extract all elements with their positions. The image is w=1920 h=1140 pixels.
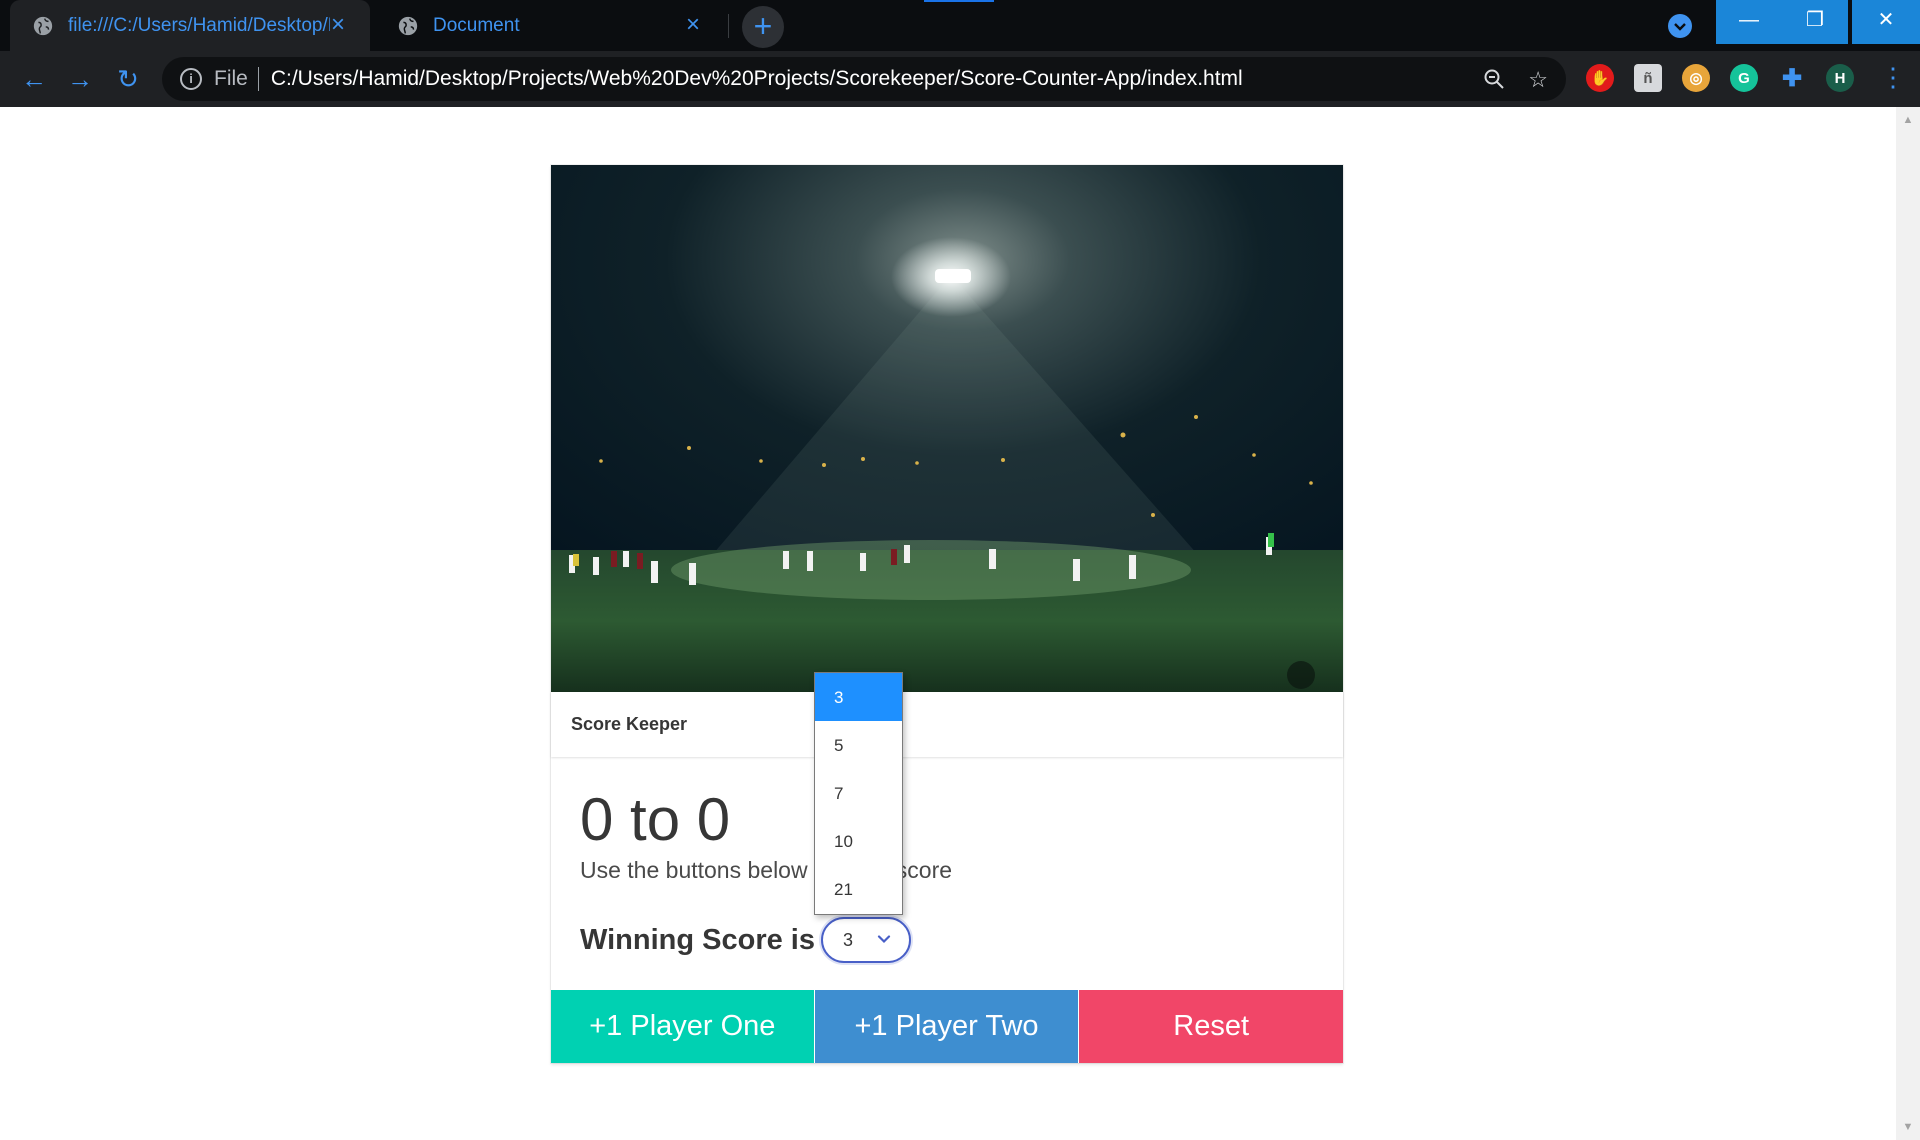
winning-score-label: Winning Score is xyxy=(580,923,815,956)
forward-arrow-icon[interactable]: → xyxy=(66,65,94,93)
tab-document[interactable]: Document × xyxy=(375,0,725,51)
tab-title: file:///C:/Users/Hamid/Desktop/P xyxy=(68,14,330,36)
card-header: Score Keeper xyxy=(551,692,1343,757)
option-5[interactable]: 5 xyxy=(815,721,902,769)
winning-score-options: 3 5 7 10 21 xyxy=(814,672,903,915)
tab-strip: file:///C:/Users/Hamid/Desktop/P × Docum… xyxy=(0,0,1920,51)
puzzle-extension-icon[interactable]: ✚ xyxy=(1778,64,1806,92)
option-7[interactable]: 7 xyxy=(815,769,902,817)
grammarly-extension-icon[interactable]: G xyxy=(1730,64,1758,92)
url-text[interactable]: C:/Users/Hamid/Desktop/Projects/Web%20De… xyxy=(271,67,1243,91)
drag-indicator xyxy=(924,0,994,2)
bookmark-star-icon[interactable]: ☆ xyxy=(1528,67,1548,97)
restore-button[interactable]: ❐ xyxy=(1782,0,1848,44)
back-arrow-icon[interactable]: ← xyxy=(20,65,48,93)
new-tab-button[interactable]: + xyxy=(742,6,784,48)
tab-active[interactable]: file:///C:/Users/Hamid/Desktop/P × xyxy=(10,0,370,51)
tab-search-icon[interactable] xyxy=(1668,14,1692,38)
scroll-down-icon[interactable]: ▼ xyxy=(1896,1118,1920,1136)
scrollbar[interactable]: ▲ ▼ xyxy=(1896,107,1920,1140)
address-bar[interactable]: i File C:/Users/Hamid/Desktop/Projects/W… xyxy=(162,57,1566,101)
option-3[interactable]: 3 xyxy=(815,673,902,721)
chevron-down-icon xyxy=(877,935,891,944)
player-one-button[interactable]: +1 Player One xyxy=(551,990,814,1063)
winning-score-select[interactable]: 3 xyxy=(821,917,911,963)
score-keeper-card: Score Keeper 0 to 0 Use the buttons belo… xyxy=(551,165,1344,1063)
tab-title: Document xyxy=(433,14,520,36)
menu-kebab-icon[interactable]: ⋮ xyxy=(1880,63,1906,91)
navigation-bar: ← → ↻ i File C:/Users/Hamid/Desktop/Proj… xyxy=(0,51,1920,107)
address-divider xyxy=(257,67,259,91)
tab-divider xyxy=(728,14,729,38)
winning-score-value: 3 xyxy=(843,930,854,950)
winning-score-row: Winning Score is 3 xyxy=(580,917,911,963)
close-tab-icon[interactable]: × xyxy=(681,13,705,37)
card-header-title: Score Keeper xyxy=(571,714,688,734)
adblock-extension-icon[interactable]: ✋ xyxy=(1586,64,1614,92)
scroll-up-icon[interactable]: ▲ xyxy=(1896,111,1920,129)
minimize-button[interactable]: — xyxy=(1716,0,1782,44)
reset-button[interactable]: Reset xyxy=(1079,990,1344,1063)
globe-icon xyxy=(398,16,418,35)
globe-icon xyxy=(33,16,53,35)
score-display: 0 to 0 xyxy=(580,786,731,853)
player-two-button[interactable]: +1 Player Two xyxy=(814,990,1079,1063)
option-10[interactable]: 10 xyxy=(815,817,902,865)
card-footer: +1 Player One +1 Player Two Reset xyxy=(551,990,1344,1063)
close-window-button[interactable]: ✕ xyxy=(1852,0,1920,44)
file-label: File xyxy=(214,67,248,90)
reload-icon[interactable]: ↻ xyxy=(114,65,142,93)
close-tab-icon[interactable]: × xyxy=(326,13,350,37)
translate-extension-icon[interactable]: ñ xyxy=(1634,64,1662,92)
stadium-image xyxy=(551,165,1343,692)
zoom-icon[interactable] xyxy=(1482,67,1506,97)
glasses-extension-icon[interactable]: ◎ xyxy=(1682,64,1710,92)
profile-avatar[interactable]: H xyxy=(1826,64,1854,92)
info-icon[interactable]: i xyxy=(180,68,202,90)
option-21[interactable]: 21 xyxy=(815,865,902,913)
